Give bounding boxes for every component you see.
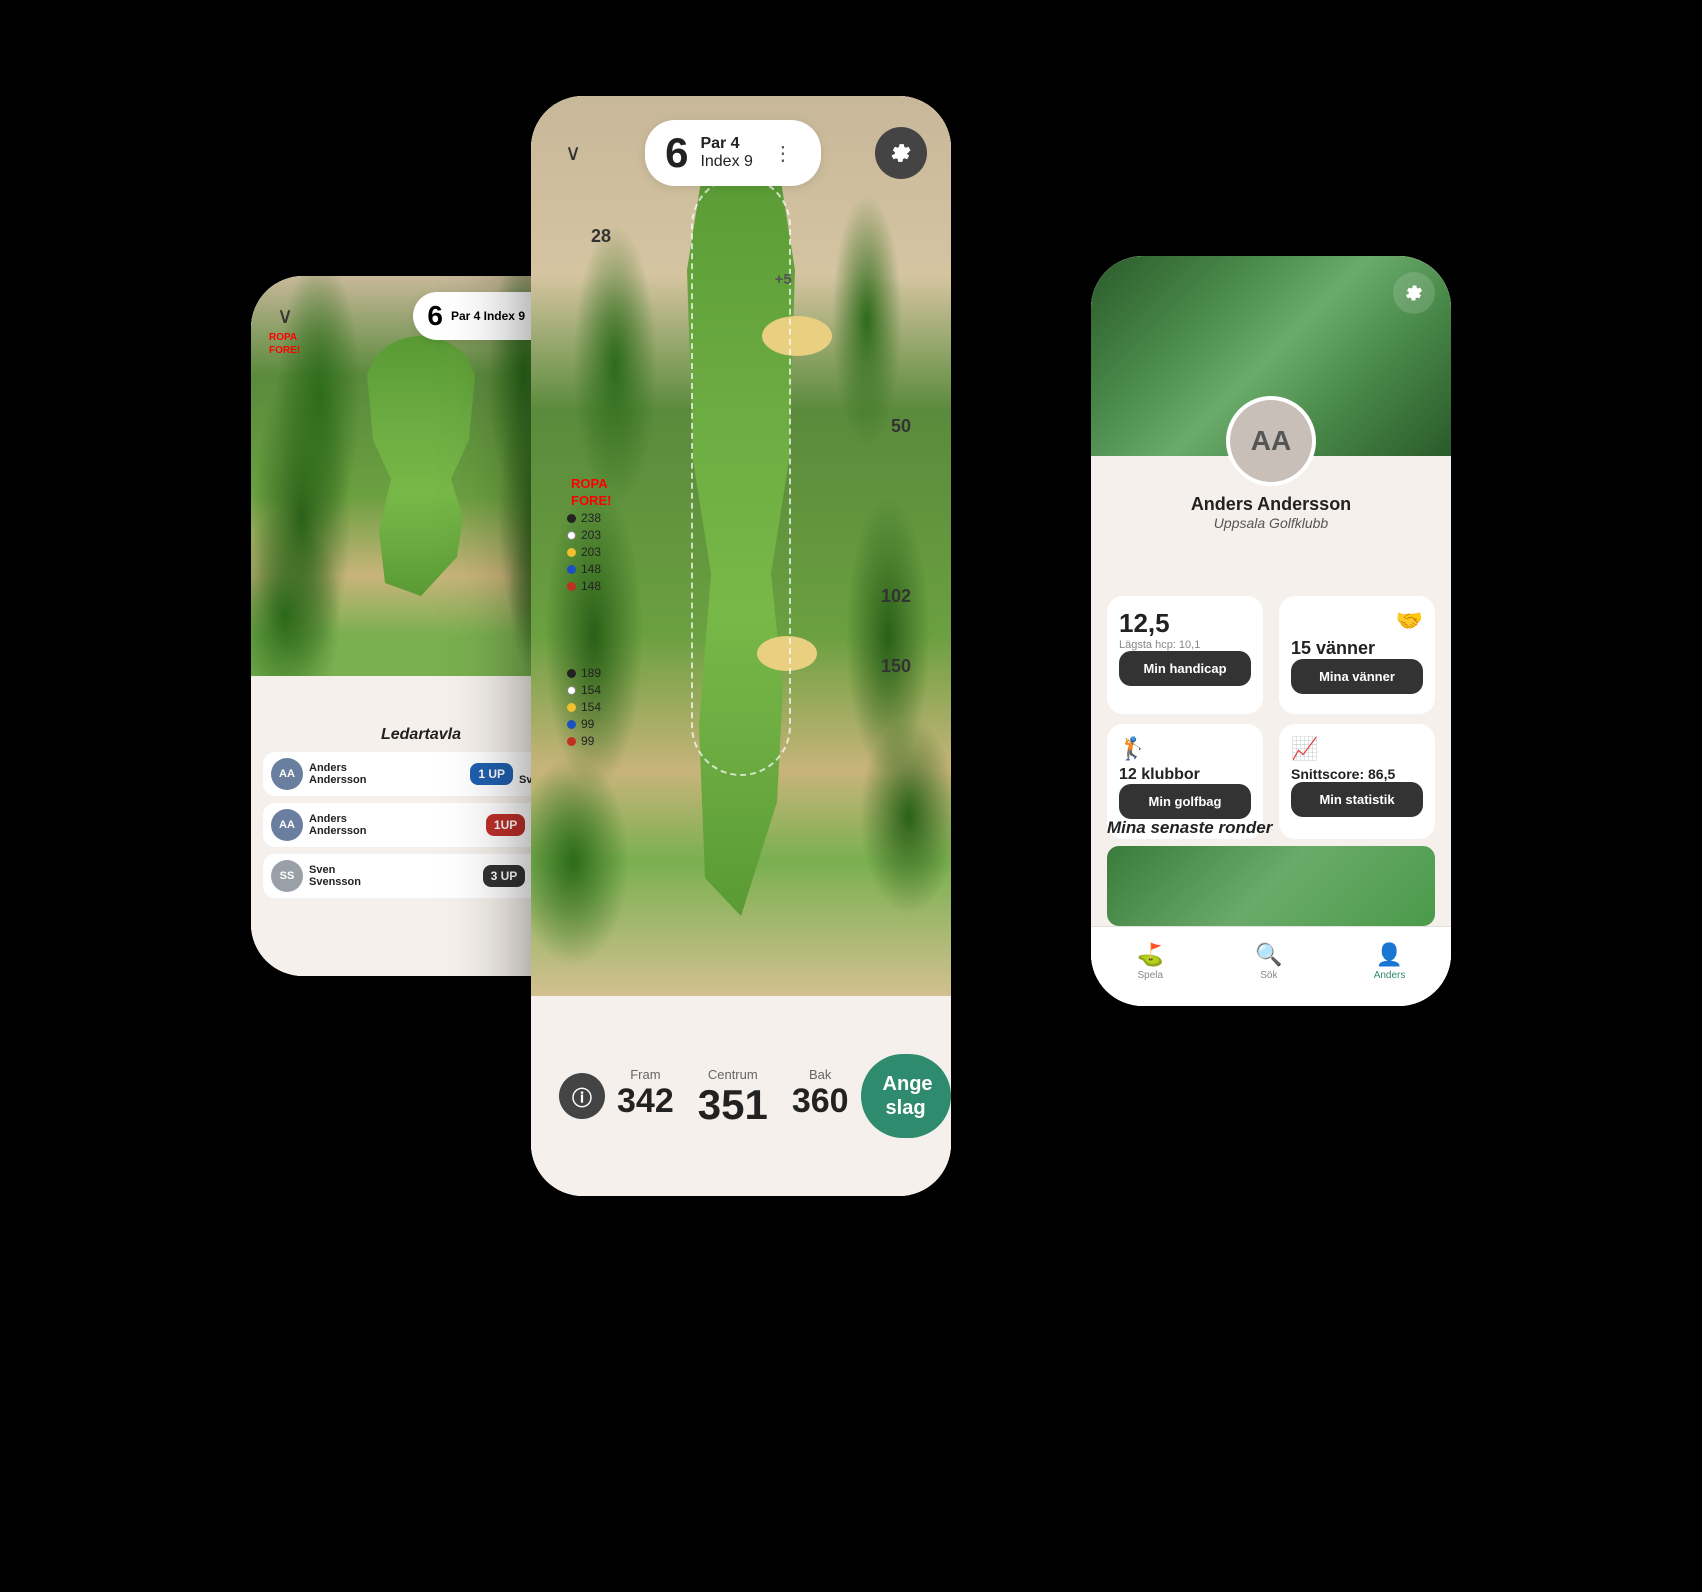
spela-label: Spela <box>1137 970 1163 981</box>
friends-icon: 🤝 <box>1396 608 1423 634</box>
recent-rounds-title: Mina senaste ronder <box>1107 818 1435 838</box>
dist-marker-50: 50 <box>891 416 911 437</box>
gear-icon <box>888 140 914 166</box>
lb-avatar-1: AA <box>271 758 303 790</box>
yardage-list-top: 238 203 203 148 148 <box>567 511 601 593</box>
handicap-sub: Lägsta hcp: 10,1 <box>1119 639 1251 651</box>
lb-avatar-3: SS <box>271 860 303 892</box>
profile-club: Uppsala Golfklubb <box>1214 515 1328 531</box>
stats-section: 12,5 Lägsta hcp: 10,1 Min handicap 🤝 15 … <box>1091 596 1451 849</box>
anders-icon: 👤 <box>1376 942 1403 968</box>
profile-avatar: AA <box>1226 396 1316 486</box>
center-ange-slag-button[interactable]: Angeslag <box>861 1054 951 1138</box>
nav-item-anders[interactable]: 👤 Anders <box>1374 942 1406 981</box>
lb-player1-1: AndersAndersson <box>309 762 464 786</box>
lb-score-1: 1 UP <box>470 763 513 785</box>
lb-avatar-2: AA <box>271 809 303 841</box>
lb-player1-2: AndersAndersson <box>309 813 480 837</box>
sok-label: Sök <box>1260 970 1277 981</box>
center-index-label: Index 9 <box>700 153 752 171</box>
avg-score-value: Snittscore: 86,5 <box>1291 766 1423 782</box>
center-distances: Fram 342 Centrum 351 Bak 360 <box>617 1067 849 1126</box>
clubs-icon: 🏌️ <box>1119 736 1251 762</box>
center-centrum-value: 351 <box>698 1084 768 1126</box>
friends-button[interactable]: Mina vänner <box>1291 659 1423 694</box>
spela-icon: ⛳ <box>1137 942 1164 968</box>
center-info-button[interactable]: ⓘ <box>559 1073 605 1119</box>
center-centrum-label: Centrum <box>708 1067 758 1082</box>
nav-item-spela[interactable]: ⛳ Spela <box>1137 942 1164 981</box>
dist-marker-102: 102 <box>881 586 911 607</box>
center-hole-number: 6 <box>665 132 688 174</box>
ropa-fore-label: ROPAFORE! <box>571 476 611 510</box>
sok-icon: 🔍 <box>1255 942 1282 968</box>
golfbag-button[interactable]: Min golfbag <box>1119 784 1251 819</box>
center-header: ∨ 6 Par 4 Index 9 ⋮ <box>531 120 951 186</box>
handicap-value: 12,5 <box>1119 608 1251 639</box>
stats-row-1: 12,5 Lägsta hcp: 10,1 Min handicap 🤝 15 … <box>1107 596 1435 714</box>
bottom-nav: ⛳ Spela 🔍 Sök 👤 Anders <box>1091 926 1451 1006</box>
dist-marker-150: 150 <box>881 656 911 677</box>
handicap-button[interactable]: Min handicap <box>1119 651 1251 686</box>
handicap-card: 12,5 Lägsta hcp: 10,1 Min handicap <box>1107 596 1263 714</box>
friends-value: 15 vänner <box>1291 638 1423 659</box>
nav-item-sok[interactable]: 🔍 Sök <box>1255 942 1282 981</box>
center-bottom-bar: ⓘ Fram 342 Centrum 351 Bak 360 <box>531 996 951 1196</box>
anders-label: Anders <box>1374 970 1406 981</box>
profile-name: Anders Andersson <box>1191 494 1351 515</box>
center-settings-button[interactable] <box>875 127 927 179</box>
friends-card: 🤝 15 vänner Mina vänner <box>1279 596 1435 714</box>
left-par-label: Par 4 <box>451 309 480 323</box>
center-back-button[interactable]: ∨ <box>555 135 591 171</box>
ange-slag-label: Angeslag <box>883 1073 933 1119</box>
left-hole-number: 6 <box>427 300 443 332</box>
center-bak-value: 360 <box>792 1084 849 1118</box>
center-more-icon[interactable]: ⋮ <box>765 137 801 170</box>
center-fram-label: Fram <box>630 1067 660 1082</box>
center-golf-map: 28 50 102 150 +5 ROPAFORE! 238 203 203 1… <box>531 96 951 996</box>
right-phone: AA Anders Andersson Uppsala Golfklubb 12… <box>1091 256 1451 1006</box>
dist-marker-28: 28 <box>591 226 611 247</box>
statistics-button[interactable]: Min statistik <box>1291 782 1423 817</box>
clubs-value: 12 klubbor <box>1119 766 1251 784</box>
recent-rounds-image <box>1107 846 1435 926</box>
left-index-label: Index 9 <box>484 309 525 323</box>
lb-player1-3: SvenSvensson <box>309 864 477 888</box>
left-hole-details: Par 4 Index 9 <box>451 308 525 325</box>
right-gear-icon <box>1403 282 1425 304</box>
info-icon: ⓘ <box>572 1082 592 1111</box>
recent-rounds-section: Mina senaste ronder <box>1091 818 1451 926</box>
right-profile-section: AA Anders Andersson Uppsala Golfklubb <box>1091 396 1451 531</box>
center-fram-value: 342 <box>617 1084 674 1118</box>
center-par-label: Par 4 <box>700 135 752 153</box>
dist-marker-plus5: +5 <box>775 271 792 288</box>
center-phone: 28 50 102 150 +5 ROPAFORE! 238 203 203 1… <box>531 96 951 1196</box>
center-hole-info-pill: 6 Par 4 Index 9 ⋮ <box>645 120 821 186</box>
left-back-button[interactable]: ∨ <box>267 298 303 334</box>
stats-icon: 📈 <box>1291 736 1423 762</box>
center-bak-label: Bak <box>809 1067 831 1082</box>
profile-initials: AA <box>1251 425 1291 457</box>
yardage-list-bottom: 189 154 154 99 99 <box>567 666 601 748</box>
right-settings-button[interactable] <box>1393 272 1435 314</box>
lb-score-2: 1UP <box>486 814 525 836</box>
lb-score-3: 3 UP <box>483 865 526 887</box>
